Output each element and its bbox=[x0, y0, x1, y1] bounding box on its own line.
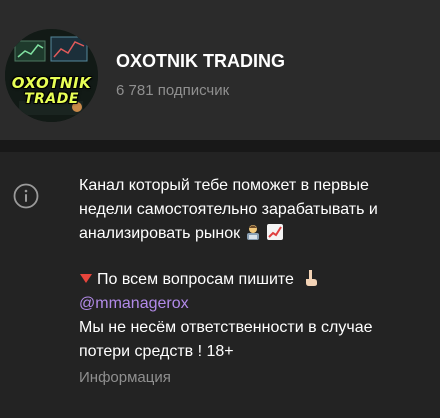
section-divider bbox=[0, 140, 440, 152]
chart-increasing-emoji bbox=[267, 224, 284, 240]
channel-avatar[interactable]: OXOTNIK TRADE bbox=[5, 29, 98, 122]
avatar-logo-line1: OXOTNIK bbox=[11, 74, 92, 92]
pointing-down-emoji bbox=[305, 270, 317, 286]
description-line: Мы не несём ответственности в случае bbox=[79, 319, 373, 336]
subscriber-count: 6 781 подписчик bbox=[116, 82, 230, 99]
manager-link[interactable]: @mmanagerox bbox=[79, 292, 429, 316]
channel-info-page: OXOTNIK TRADE OXOTNIK TRADING 6 781 подп… bbox=[0, 0, 440, 418]
description-line: недели самостоятельно зарабатывать и bbox=[79, 201, 378, 218]
description-line: По всем вопросам пишите bbox=[79, 268, 429, 292]
description-line: Канал который тебе поможет в первые bbox=[79, 177, 369, 194]
channel-description: Канал который тебе поможет в первые неде… bbox=[79, 174, 429, 364]
avatar-logo-line2: TRADE bbox=[24, 91, 79, 107]
description-line: потери средств ! 18+ bbox=[79, 343, 234, 360]
info-label: Информация bbox=[79, 369, 171, 386]
channel-header: OXOTNIK TRADE OXOTNIK TRADING 6 781 подп… bbox=[0, 0, 440, 140]
man-technologist-emoji bbox=[247, 225, 260, 240]
info-icon bbox=[13, 183, 39, 209]
description-text: анализировать рынок bbox=[79, 225, 241, 242]
description-line: анализировать рынок bbox=[79, 222, 429, 246]
description-text: По всем вопросам пишите bbox=[97, 271, 294, 288]
red-triangle-down-emoji bbox=[80, 274, 92, 283]
channel-title: OXOTNIK TRADING bbox=[116, 51, 285, 71]
